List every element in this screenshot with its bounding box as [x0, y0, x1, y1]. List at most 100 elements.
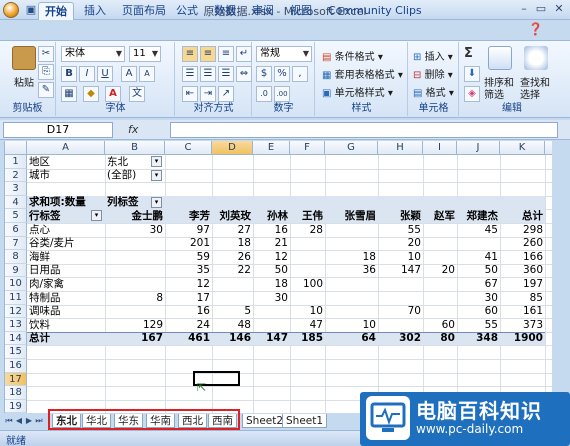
sort-filter-icon[interactable]: [488, 46, 512, 70]
row-header[interactable]: 17: [5, 372, 27, 387]
row-header[interactable]: 6: [5, 223, 27, 237]
find-select-icon[interactable]: [524, 46, 548, 70]
row-header[interactable]: 19: [5, 399, 27, 413]
delete-cells-button[interactable]: ⊟ 删除 ▾: [413, 66, 453, 81]
tab-formulas[interactable]: 公式: [170, 2, 204, 20]
tab-data[interactable]: 数据: [208, 2, 242, 20]
minimize-button[interactable]: –: [516, 2, 532, 16]
highlight-box: [48, 409, 240, 430]
data-cell: [292, 264, 323, 277]
align-middle-icon[interactable]: ≡: [200, 46, 216, 62]
autosum-button[interactable]: Σ: [464, 46, 473, 61]
column-labels-dropdown-icon[interactable]: ▾: [151, 196, 162, 208]
comma-button[interactable]: ,: [292, 66, 308, 82]
row-header[interactable]: 13: [5, 318, 27, 332]
insert-cells-button[interactable]: ⊞ 插入 ▾: [413, 48, 453, 63]
row-header[interactable]: 2: [5, 168, 27, 183]
percent-button[interactable]: %: [274, 66, 290, 82]
format-cells-label: 格式: [425, 88, 446, 99]
row-header[interactable]: 4: [5, 195, 27, 210]
wrap-text-icon[interactable]: ↵: [236, 46, 252, 62]
close-button[interactable]: ✕: [551, 2, 567, 16]
tab-review[interactable]: 审阅: [246, 2, 280, 20]
row-header[interactable]: 14: [5, 331, 27, 346]
column-header[interactable]: F: [290, 141, 325, 155]
row-header[interactable]: 9: [5, 263, 27, 278]
number-format-select[interactable]: 常规 ▼: [256, 46, 312, 62]
filter-dropdown-icon[interactable]: ▾: [151, 156, 162, 167]
tab-home[interactable]: 开始: [38, 2, 74, 20]
sheet-tab[interactable]: Sheet1: [282, 414, 328, 428]
conditional-format-button[interactable]: ▤ 条件格式 ▾: [322, 48, 383, 63]
fx-icon[interactable]: fx: [128, 122, 168, 138]
italic-button[interactable]: I: [79, 66, 95, 82]
data-cell: 47: [309, 318, 323, 331]
column-header[interactable]: B: [105, 141, 165, 155]
prev-sheet-icon[interactable]: ◀: [14, 415, 24, 427]
row-header[interactable]: 5: [5, 209, 27, 223]
tab-insert[interactable]: 插入: [78, 2, 112, 20]
cell-styles-button[interactable]: ▣ 单元格样式 ▾: [322, 84, 393, 99]
paste-button[interactable]: 粘贴: [14, 74, 34, 89]
font-size-select[interactable]: 11 ▼: [129, 46, 161, 62]
row-header[interactable]: 18: [5, 386, 27, 400]
column-header[interactable]: C: [165, 141, 212, 155]
tab-community-clips[interactable]: Community Clips: [322, 2, 428, 20]
formula-input[interactable]: [170, 122, 558, 138]
select-all-corner[interactable]: [5, 141, 27, 155]
column-header[interactable]: G: [325, 141, 378, 155]
bold-button[interactable]: B: [61, 66, 77, 82]
currency-button[interactable]: $: [256, 66, 272, 82]
tab-view[interactable]: 视图: [284, 2, 318, 20]
paste-icon[interactable]: [12, 46, 36, 70]
column-header-person: 总计: [522, 209, 543, 222]
row-labels-dropdown-icon[interactable]: ▾: [91, 210, 102, 222]
row-header[interactable]: 10: [5, 277, 27, 291]
data-cell: 45: [484, 223, 498, 236]
row-header[interactable]: 16: [5, 359, 27, 373]
column-header[interactable]: L: [545, 141, 552, 155]
align-top-icon[interactable]: ≡: [182, 46, 198, 62]
format-as-table-button[interactable]: ▦ 套用表格格式 ▾: [322, 66, 403, 81]
row-header[interactable]: 7: [5, 236, 27, 251]
last-sheet-icon[interactable]: ⏭: [34, 415, 44, 427]
column-header[interactable]: H: [378, 141, 423, 155]
tab-page-layout[interactable]: 页面布局: [116, 2, 172, 20]
format-cells-button[interactable]: ▤ 格式 ▾: [413, 84, 454, 99]
group-editing: Σ ⬇ ◈ 排序和 筛选 查找和 选择 编辑: [460, 42, 564, 116]
grow-font-button[interactable]: A: [121, 66, 137, 82]
delete-cells-label: 删除: [424, 70, 445, 81]
row-header[interactable]: 8: [5, 250, 27, 264]
column-header[interactable]: J: [457, 141, 500, 155]
align-left-icon[interactable]: ☰: [182, 66, 198, 82]
cut-icon[interactable]: ✂: [38, 46, 54, 62]
help-icon[interactable]: ❓: [528, 22, 543, 36]
row-header[interactable]: 1: [5, 155, 27, 169]
align-bottom-icon[interactable]: ≡: [218, 46, 234, 62]
sheet-tab[interactable]: Sheet2: [242, 414, 288, 428]
align-right-icon[interactable]: ☰: [218, 66, 234, 82]
column-header[interactable]: D: [212, 141, 253, 155]
first-sheet-icon[interactable]: ⏮: [4, 415, 14, 427]
copy-icon[interactable]: ⎘: [38, 64, 54, 80]
restore-button[interactable]: ▭: [533, 2, 549, 16]
fill-icon[interactable]: ⬇: [464, 66, 480, 82]
column-header[interactable]: I: [423, 141, 457, 155]
row-header[interactable]: 15: [5, 345, 27, 359]
shrink-font-button[interactable]: A: [139, 66, 155, 82]
next-sheet-icon[interactable]: ▶: [24, 415, 34, 427]
row-header[interactable]: 11: [5, 291, 27, 305]
name-box[interactable]: D17: [3, 122, 113, 138]
format-painter-icon[interactable]: ✎: [38, 82, 54, 98]
underline-button[interactable]: U: [97, 66, 113, 82]
row-header[interactable]: 3: [5, 182, 27, 196]
merge-center-icon[interactable]: ⇔: [236, 66, 252, 82]
align-center-icon[interactable]: ☰: [200, 66, 216, 82]
column-header[interactable]: E: [253, 141, 290, 155]
filter-dropdown-icon[interactable]: ▾: [151, 169, 162, 181]
column-header[interactable]: K: [500, 141, 545, 155]
row-header[interactable]: 12: [5, 304, 27, 319]
font-name-select[interactable]: 宋体 ▼: [61, 46, 125, 62]
column-header[interactable]: A: [27, 141, 105, 155]
worksheet-grid[interactable]: ABCDEFGHIJKL 123456789101112131415161718…: [4, 141, 552, 413]
